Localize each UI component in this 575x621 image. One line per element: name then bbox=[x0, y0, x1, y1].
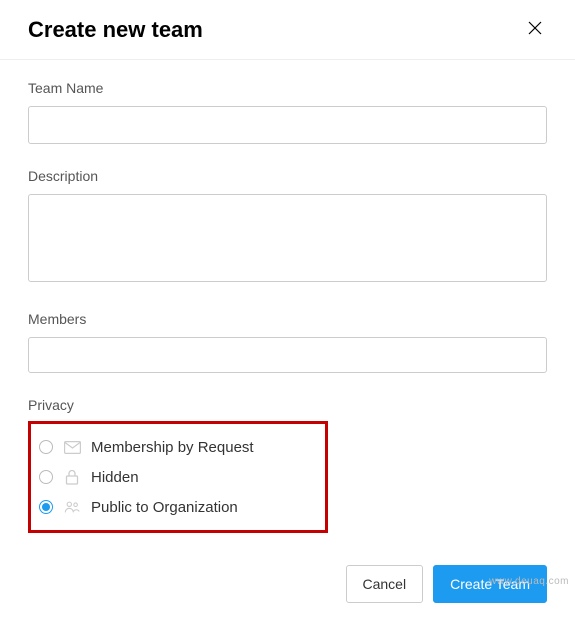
privacy-label: Privacy bbox=[28, 397, 547, 413]
members-label: Members bbox=[28, 311, 547, 327]
description-field: Description bbox=[28, 168, 547, 287]
close-icon bbox=[527, 24, 543, 39]
privacy-option-label: Hidden bbox=[91, 469, 139, 486]
description-input[interactable] bbox=[28, 194, 547, 282]
team-name-label: Team Name bbox=[28, 80, 547, 96]
dialog-body: Team Name Description Members Privacy bbox=[0, 60, 575, 553]
dialog-footer: Cancel Create Team bbox=[0, 553, 575, 621]
watermark-text: www.deuaq.com bbox=[489, 576, 569, 587]
privacy-option-public-to-organization[interactable]: Public to Organization bbox=[37, 492, 319, 522]
cancel-button[interactable]: Cancel bbox=[346, 565, 424, 603]
privacy-option-hidden[interactable]: Hidden bbox=[37, 462, 319, 492]
dialog-header: Create new team bbox=[0, 0, 575, 60]
privacy-field: Privacy Membership by Request bbox=[28, 397, 547, 533]
privacy-option-membership-by-request[interactable]: Membership by Request bbox=[37, 432, 319, 462]
team-name-field: Team Name bbox=[28, 80, 547, 144]
mail-icon bbox=[63, 438, 81, 456]
dialog-title: Create new team bbox=[28, 17, 203, 43]
members-field: Members bbox=[28, 311, 547, 373]
lock-icon bbox=[63, 468, 81, 486]
team-name-input[interactable] bbox=[28, 106, 547, 144]
group-icon bbox=[63, 498, 81, 516]
create-team-dialog: Create new team Team Name Description Me… bbox=[0, 0, 575, 621]
members-input[interactable] bbox=[28, 337, 547, 373]
privacy-radio-membership-by-request[interactable] bbox=[39, 440, 53, 454]
privacy-options-highlight-box: Membership by Request Hidden bbox=[28, 421, 328, 533]
close-button[interactable] bbox=[523, 16, 547, 43]
privacy-radio-hidden[interactable] bbox=[39, 470, 53, 484]
privacy-radio-public-to-organization[interactable] bbox=[39, 500, 53, 514]
privacy-option-label: Membership by Request bbox=[91, 439, 254, 456]
privacy-option-label: Public to Organization bbox=[91, 499, 238, 516]
description-label: Description bbox=[28, 168, 547, 184]
